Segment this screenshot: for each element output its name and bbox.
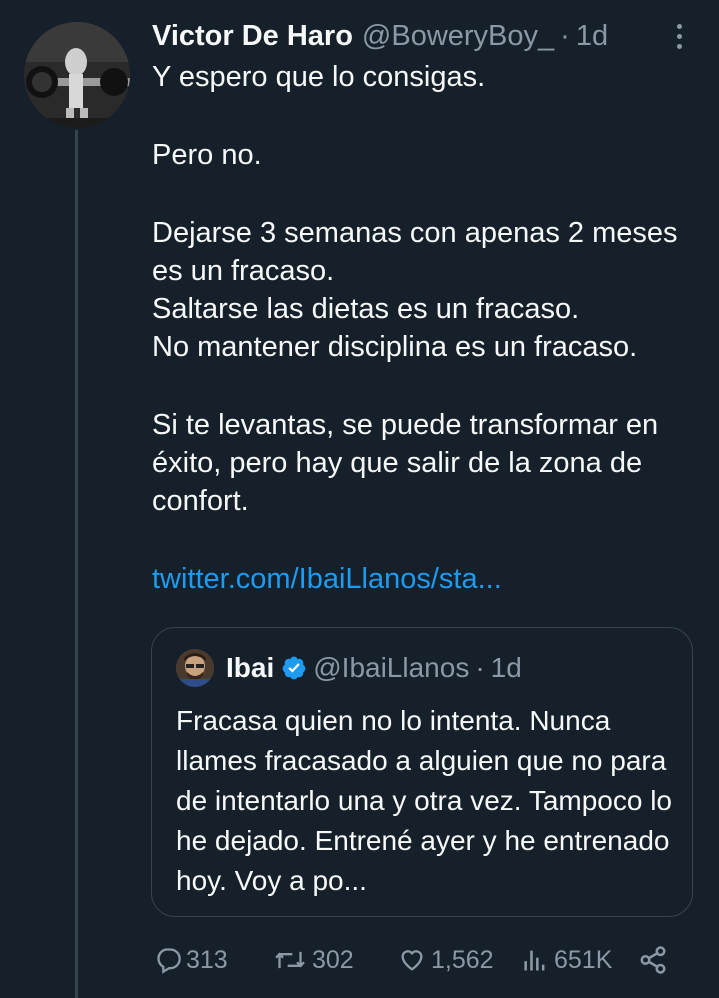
quoted-author-handle[interactable]: @IbaiLlanos	[313, 652, 469, 684]
tweet-paragraph: Dejarse 3 semanas con apenas 2 meses es …	[152, 217, 678, 363]
quoted-tweet-time[interactable]: 1d	[491, 652, 522, 684]
quoted-tweet-text: Fracasa quien no lo intenta. Nunca llame…	[176, 705, 673, 896]
quoted-author-name[interactable]: Ibai	[226, 652, 274, 684]
tweet-time[interactable]: 1d	[576, 20, 608, 53]
quoted-tweet[interactable]: Ibai @IbaiLlanos · 1d Fracasa quien no l…	[151, 627, 693, 917]
separator-dot: ·	[560, 19, 570, 52]
retweet-button[interactable]: 302	[272, 946, 354, 975]
retweet-count: 302	[312, 945, 354, 974]
share-icon[interactable]	[638, 945, 672, 975]
reply-icon	[157, 948, 181, 974]
heart-icon	[401, 950, 423, 971]
thread-line	[75, 130, 78, 998]
tweet-header: Victor De Haro @BoweryBoy_ · 1d	[152, 16, 608, 56]
reply-button[interactable]: 313	[154, 946, 228, 975]
like-count: 1,562	[431, 945, 494, 974]
author-handle[interactable]: @BoweryBoy_	[362, 20, 554, 53]
tweet-paragraph: Si te levantas, se puede transformar en …	[152, 409, 659, 517]
tweet-paragraph: Pero no.	[152, 139, 262, 171]
avatar[interactable]	[24, 22, 130, 128]
retweet-icon	[275, 951, 305, 969]
separator-dot: ·	[475, 652, 485, 683]
views-button[interactable]: 651K	[520, 946, 612, 975]
tweet[interactable]: Victor De Haro @BoweryBoy_ · 1d Y espero…	[0, 0, 719, 998]
reply-count: 313	[186, 945, 228, 974]
quoted-avatar	[176, 649, 214, 687]
views-count: 651K	[554, 945, 613, 974]
action-bar: 313 302 1,562 651K	[152, 938, 682, 982]
quoted-tweet-header: Ibai @IbaiLlanos · 1d	[176, 648, 522, 688]
verified-badge-icon	[281, 655, 307, 681]
tweet-link[interactable]: twitter.com/IbaiLlanos/sta...	[152, 563, 502, 595]
more-vertical-icon[interactable]	[666, 20, 692, 52]
author-name[interactable]: Victor De Haro	[152, 20, 353, 53]
tweet-paragraph: Y espero que lo consigas.	[152, 61, 486, 93]
tweet-body: Y espero que lo consigas. Pero no. Dejar…	[152, 58, 712, 598]
like-button[interactable]: 1,562	[397, 946, 494, 975]
views-icon	[524, 950, 545, 971]
